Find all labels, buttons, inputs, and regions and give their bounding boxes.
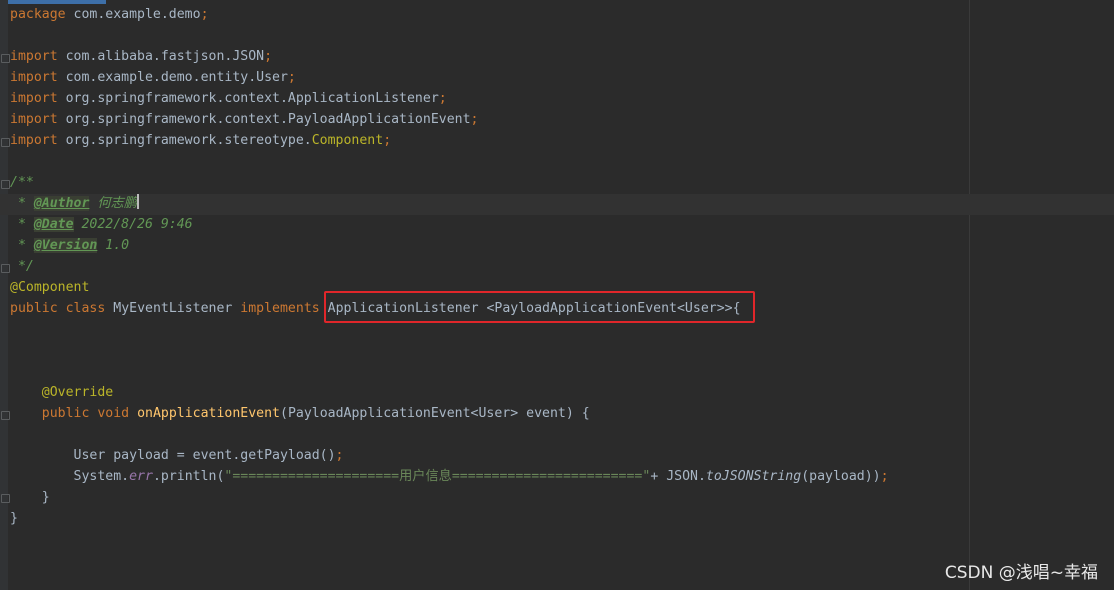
code-line-import: import com.example.demo.entity.User; — [10, 67, 889, 88]
code-line-method-declaration: public void onApplicationEvent(PayloadAp… — [10, 403, 889, 424]
doc-tag-date: @Date — [33, 217, 74, 232]
code-line-override: @Override — [10, 382, 889, 403]
code-line-class-close: } — [10, 508, 889, 529]
keyword: import — [10, 70, 58, 85]
semicolon: ; — [264, 49, 273, 64]
import-path: org.springframework.context.PayloadAppli… — [65, 112, 471, 127]
doc-version-value: 1.0 — [97, 238, 130, 253]
code-content[interactable]: package com.example.demo; import com.ali… — [10, 4, 889, 529]
fold-marker-icon[interactable] — [1, 411, 10, 420]
semicolon: ; — [880, 469, 889, 484]
err-field: err — [129, 469, 153, 484]
keyword: import — [10, 49, 58, 64]
code-line-package: package com.example.demo; — [10, 4, 889, 25]
semicolon: ; — [438, 91, 447, 106]
semicolon: ; — [335, 448, 344, 463]
println-args-close: (payload)) — [801, 469, 881, 484]
fold-marker-icon[interactable] — [1, 264, 10, 273]
to-json-string-call: toJSONString — [705, 469, 802, 484]
keyword: import — [10, 112, 58, 127]
doc-star: * — [10, 238, 34, 253]
watermark: CSDN @浅唱~幸福 — [944, 563, 1098, 583]
fold-marker-icon[interactable] — [1, 54, 10, 63]
fold-marker-icon[interactable] — [1, 138, 10, 147]
method-params: (PayloadApplicationEvent<User> event) { — [280, 406, 590, 421]
doc-star: * — [10, 217, 34, 232]
import-class-name: Component — [311, 133, 384, 148]
code-editor[interactable]: package com.example.demo; import com.ali… — [0, 0, 1114, 590]
doc-star: * — [10, 196, 34, 211]
class-name: MyEventListener — [113, 301, 233, 316]
semicolon: ; — [287, 70, 296, 85]
code-line-doc-close: */ — [10, 259, 34, 274]
keyword: package — [10, 7, 66, 22]
code-line-doc-date: * @Date 2022/8/26 9:46 — [10, 214, 889, 235]
keyword: import — [10, 133, 58, 148]
code-line-import: import com.alibaba.fastjson.JSON; — [10, 46, 889, 67]
class-close-brace: } — [10, 511, 18, 526]
code-line-import: import org.springframework.stereotype.Co… — [10, 130, 889, 151]
import-path: org.springframework.context.ApplicationL… — [65, 91, 439, 106]
keyword: void — [97, 406, 130, 421]
import-path: org.springframework.stereotype. — [65, 133, 312, 148]
doc-date-value: 2022/8/26 9:46 — [73, 217, 193, 232]
right-margin-guide — [969, 0, 970, 590]
method-name: onApplicationEvent — [137, 406, 280, 421]
semicolon: ; — [470, 112, 479, 127]
method-close-brace: } — [41, 490, 50, 505]
highlight-annotation-box — [324, 291, 755, 323]
keyword: class — [65, 301, 106, 316]
text-caret — [136, 194, 139, 209]
keyword: import — [10, 91, 58, 106]
semicolon: ; — [383, 133, 392, 148]
keyword: public — [41, 406, 90, 421]
import-path: com.example.demo.entity.User — [65, 70, 288, 85]
code-line-import: import org.springframework.context.Appli… — [10, 88, 889, 109]
code-line-doc-version: * @Version 1.0 — [10, 235, 889, 256]
fold-marker-icon[interactable] — [1, 494, 10, 503]
code-line-doc-author: * @Author 何志鹏 — [10, 193, 889, 214]
string-literal: "=====================用户信息==============… — [224, 469, 651, 484]
println-call: .println( — [152, 469, 225, 484]
package-name: com.example.demo — [73, 7, 201, 22]
semicolon: ; — [200, 7, 209, 22]
keyword: implements — [240, 301, 320, 316]
override-annotation: @Override — [41, 385, 114, 400]
code-line-import: import org.springframework.context.Paylo… — [10, 109, 889, 130]
code-line-payload: User payload = event.getPayload(); — [10, 445, 889, 466]
code-line-println: System.err.println("====================… — [10, 466, 889, 487]
code-line-method-close: } — [10, 487, 889, 508]
doc-tag-version: @Version — [33, 238, 98, 253]
doc-tag-author: @Author — [33, 196, 90, 211]
doc-author-value: 何志鹏 — [89, 196, 137, 211]
payload-statement: User payload = event.getPayload() — [73, 448, 336, 463]
concat-expression: + JSON. — [650, 469, 706, 484]
keyword: public — [10, 301, 58, 316]
system-ref: System. — [73, 469, 130, 484]
import-path: com.alibaba.fastjson.JSON — [65, 49, 265, 64]
code-line-doc-open: /** — [10, 175, 34, 190]
fold-marker-icon[interactable] — [1, 180, 10, 189]
